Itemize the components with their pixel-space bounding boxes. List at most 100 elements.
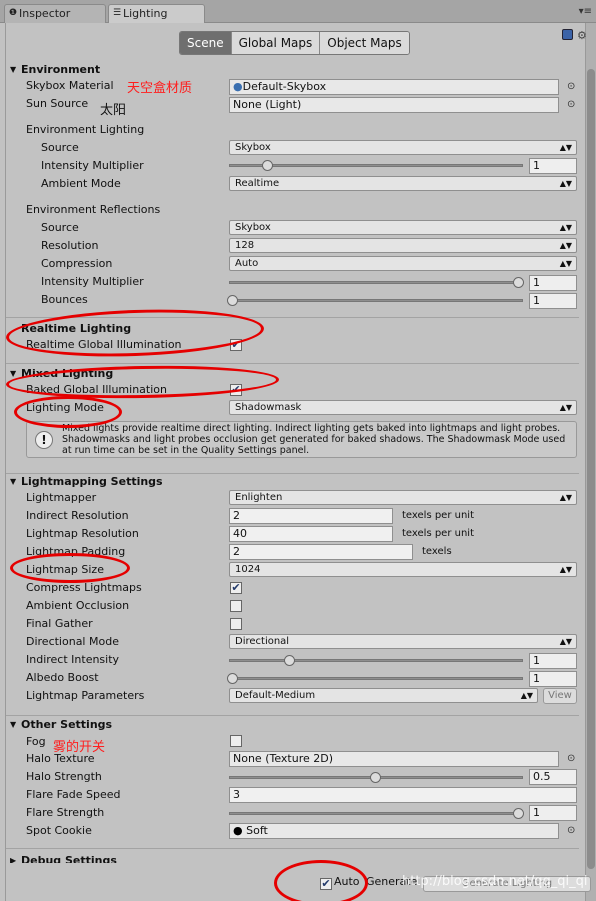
directional-mode-dropdown[interactable]: Directional ▲▼ xyxy=(229,634,577,649)
directional-mode-value: Directional xyxy=(235,636,290,647)
dropdown-arrow-icon: ▲▼ xyxy=(559,179,572,188)
environment-lighting-label: Environment Lighting xyxy=(26,123,145,136)
lightmapping-foldout-icon[interactable]: ▼ xyxy=(10,473,16,491)
halo-strength-input[interactable]: 0.5 xyxy=(529,769,577,785)
bounces-slider[interactable] xyxy=(229,299,523,302)
flare-strength-input[interactable]: 1 xyxy=(529,805,577,821)
lighting-icon: ☰ xyxy=(113,8,122,18)
flare-strength-slider[interactable] xyxy=(229,812,523,815)
halo-strength-slider-knob[interactable] xyxy=(370,772,381,783)
refl-source-label: Source xyxy=(41,221,79,234)
scrollbar[interactable] xyxy=(585,23,596,901)
indirect-intensity-input[interactable]: 1 xyxy=(529,653,577,669)
resolution-value: 128 xyxy=(235,240,255,251)
lighting-mode-dropdown[interactable]: Shadowmask ▲▼ xyxy=(229,400,577,415)
tab-inspector[interactable]: ❶ Inspector xyxy=(4,4,106,23)
source-dropdown[interactable]: Skybox ▲▼ xyxy=(229,140,577,155)
ambient-mode-value: Realtime xyxy=(235,178,280,189)
object-picker-icon[interactable]: ⊙ xyxy=(567,825,575,836)
indirect-intensity-slider[interactable] xyxy=(229,659,523,662)
lightmapper-dropdown[interactable]: Enlighten ▲▼ xyxy=(229,490,577,505)
flare-strength-label: Flare Strength xyxy=(26,806,105,819)
source-value: Skybox xyxy=(235,142,271,153)
gear-icon[interactable]: ⚙ xyxy=(577,29,587,42)
watermark: http://blog.csdn.net/qq_qi_qi xyxy=(402,874,588,889)
resolution-label: Resolution xyxy=(41,239,99,252)
tab-menu-icon[interactable]: ▾≡ xyxy=(579,6,592,17)
indirect-resolution-input[interactable]: 2 xyxy=(229,508,393,524)
lightmap-padding-input[interactable]: 2 xyxy=(229,544,413,560)
lightmap-resolution-input[interactable]: 40 xyxy=(229,526,393,542)
sun-source-field[interactable]: None (Light) xyxy=(229,97,559,113)
dropdown-arrow-icon: ▲▼ xyxy=(559,637,572,646)
annotation-fog: 雾的开关 xyxy=(53,740,106,755)
directional-mode-label: Directional Mode xyxy=(26,635,119,648)
indirect-resolution-label: Indirect Resolution xyxy=(26,509,129,522)
ambient-mode-dropdown[interactable]: Realtime ▲▼ xyxy=(229,176,577,191)
debug-settings-header: Debug Settings xyxy=(21,854,117,863)
lightmapper-label: Lightmapper xyxy=(26,491,97,504)
skybox-value: Default-Skybox xyxy=(242,80,327,93)
bounces-input[interactable]: 1 xyxy=(529,293,577,309)
lightmap-parameters-label: Lightmap Parameters xyxy=(26,689,145,702)
albedo-boost-slider[interactable] xyxy=(229,677,523,680)
lighting-mode-value: Shadowmask xyxy=(235,402,302,413)
lightmapper-value: Enlighten xyxy=(235,492,283,503)
intensity-slider[interactable] xyxy=(229,164,523,167)
scrollbar-thumb[interactable] xyxy=(587,69,595,869)
object-picker-icon[interactable]: ⊙ xyxy=(567,81,575,92)
refl-source-dropdown[interactable]: Skybox ▲▼ xyxy=(229,220,577,235)
halo-texture-field[interactable]: None (Texture 2D) xyxy=(229,751,559,767)
info-icon: ❶ xyxy=(9,8,18,18)
bounces-slider-knob[interactable] xyxy=(227,295,238,306)
object-picker-icon[interactable]: ⊙ xyxy=(567,753,575,764)
tab-lighting-label: Lighting xyxy=(123,7,168,20)
highlight-ellipse xyxy=(10,553,130,583)
debug-settings-row[interactable]: ▶ Debug Settings xyxy=(0,850,584,863)
refl-intensity-label: Intensity Multiplier xyxy=(41,275,144,288)
intensity-input[interactable]: 1 xyxy=(529,158,577,174)
lightmap-parameters-dropdown[interactable]: Default-Medium ▲▼ xyxy=(229,688,538,703)
ambient-occlusion-checkbox[interactable] xyxy=(230,600,242,612)
intensity-slider-knob[interactable] xyxy=(262,160,273,171)
lightmap-size-dropdown[interactable]: 1024 ▲▼ xyxy=(229,562,577,577)
info-icon: ! xyxy=(35,431,53,449)
other-settings-header[interactable]: Other Settings xyxy=(21,716,112,734)
sun-source-label: Sun Source xyxy=(26,97,89,110)
refl-intensity-slider-knob[interactable] xyxy=(513,277,524,288)
tab-inspector-label: Inspector xyxy=(19,7,71,20)
view-button[interactable]: View xyxy=(543,688,577,704)
albedo-boost-slider-knob[interactable] xyxy=(227,673,238,684)
indirect-intensity-slider-knob[interactable] xyxy=(284,655,295,666)
compression-value: Auto xyxy=(235,258,259,269)
dropdown-arrow-icon: ▲▼ xyxy=(559,241,572,250)
mode-scene-button[interactable]: Scene xyxy=(180,32,232,54)
lightmap-resolution-unit: texels per unit xyxy=(402,528,474,539)
ambient-mode-label: Ambient Mode xyxy=(41,177,121,190)
skybox-field[interactable]: ●Default-Skybox xyxy=(229,79,559,95)
mode-global-maps-button[interactable]: Global Maps xyxy=(231,32,321,54)
flare-fade-speed-input[interactable]: 3 xyxy=(229,787,577,803)
debug-foldout-icon: ▶ xyxy=(10,856,17,863)
halo-strength-label: Halo Strength xyxy=(26,770,102,783)
tab-lighting[interactable]: ☰ Lighting xyxy=(108,4,205,24)
resolution-dropdown[interactable]: 128 ▲▼ xyxy=(229,238,577,253)
divider xyxy=(6,848,579,849)
lightmap-padding-unit: texels xyxy=(422,546,452,557)
refl-intensity-slider[interactable] xyxy=(229,281,523,284)
object-picker-icon[interactable]: ⊙ xyxy=(567,99,575,110)
fog-checkbox[interactable] xyxy=(230,735,242,747)
annotation-sun: 太阳 xyxy=(100,103,127,118)
mode-object-maps-button[interactable]: Object Maps xyxy=(320,32,409,54)
final-gather-checkbox[interactable] xyxy=(230,618,242,630)
other-settings-foldout-icon[interactable]: ▼ xyxy=(10,716,16,734)
compress-lightmaps-checkbox[interactable]: ✔ xyxy=(230,582,242,594)
flare-strength-slider-knob[interactable] xyxy=(513,808,524,819)
environment-foldout-icon[interactable]: ▼ xyxy=(10,61,16,79)
refl-intensity-input[interactable]: 1 xyxy=(529,275,577,291)
albedo-boost-input[interactable]: 1 xyxy=(529,671,577,687)
compression-dropdown[interactable]: Auto ▲▼ xyxy=(229,256,577,271)
help-icon[interactable] xyxy=(562,29,573,40)
spot-cookie-field[interactable]: ● Soft xyxy=(229,823,559,839)
mode-selector: Scene Global Maps Object Maps xyxy=(179,31,410,55)
